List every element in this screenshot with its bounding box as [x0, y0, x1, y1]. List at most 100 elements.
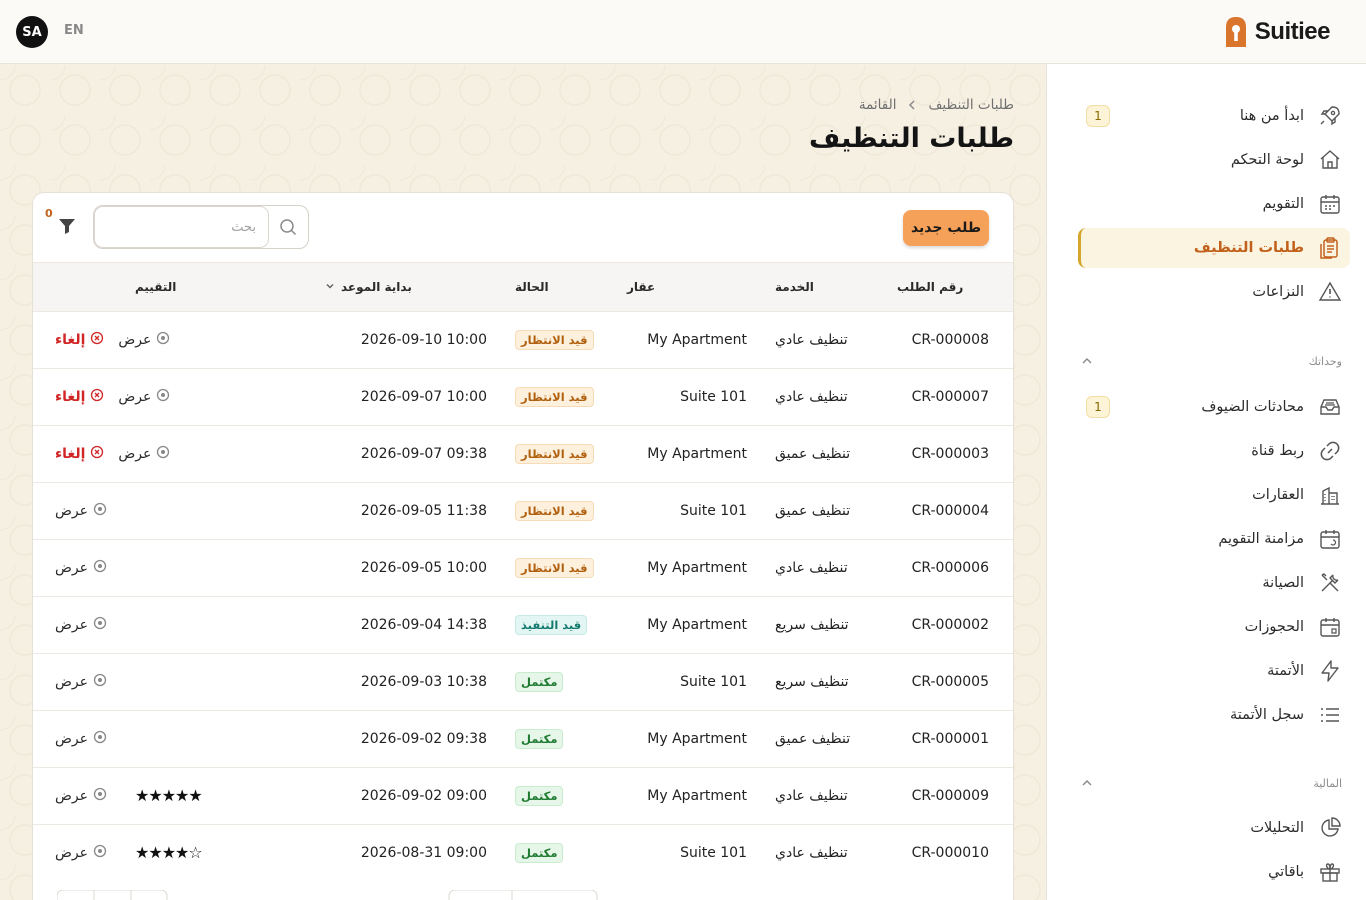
language-switch[interactable]: EN: [64, 23, 84, 38]
table-row: CR-000007 تنظيف عادي Suite 101 قيد الانتظار…: [33, 368, 1013, 425]
sort-chevron-down-icon: [325, 280, 335, 294]
cell-service: تنظيف عادي: [775, 388, 848, 405]
sidebar-units-item-0[interactable]: محادثات الضيوف 1: [1078, 387, 1350, 427]
eye-icon: [93, 673, 107, 691]
sidebar-main-item-1[interactable]: لوحة التحكم: [1078, 140, 1350, 180]
cell-property: My Apartment: [647, 445, 747, 462]
sidebar-finance-item-0[interactable]: التحليلات: [1078, 808, 1350, 848]
cell-id: CR-000001: [911, 730, 989, 747]
header-actions: [33, 263, 121, 311]
cell-property: My Apartment: [647, 616, 747, 633]
section-units-header[interactable]: وحداتك: [1078, 349, 1350, 373]
view-button[interactable]: عرض: [55, 559, 107, 577]
sidebar-finance-item-1[interactable]: باقاتي: [1078, 852, 1350, 892]
view-button[interactable]: عرض: [118, 388, 170, 406]
view-button[interactable]: عرض: [55, 616, 107, 634]
sidebar-units-item-7[interactable]: سجل الأتمتة: [1078, 695, 1350, 735]
header-property[interactable]: عقار: [613, 263, 761, 311]
eye-icon: [156, 331, 170, 349]
header-id[interactable]: رقم الطلب: [883, 263, 1013, 311]
section-label: المالية: [1313, 776, 1342, 790]
sidebar-main-item-2[interactable]: التقويم: [1078, 184, 1350, 224]
search-icon[interactable]: [268, 206, 308, 248]
row-actions: عرض إلغاء: [55, 388, 170, 406]
cell-start: 2026-09-02 09:38: [360, 730, 487, 747]
cell-start: 2026-09-02 09:00: [360, 787, 487, 804]
cell-actions: عرض: [33, 767, 121, 824]
sidebar-units-item-2[interactable]: العقارات: [1078, 475, 1350, 515]
view-button[interactable]: عرض: [55, 502, 107, 520]
pagination: [56, 889, 1014, 900]
row-actions: عرض: [55, 559, 107, 577]
cell-start: 2026-09-05 10:00: [360, 559, 487, 576]
cell-actions: عرض إلغاء: [33, 425, 170, 482]
tools-icon: [1318, 571, 1342, 595]
clipboard-icon: [1318, 236, 1342, 260]
table-toolbar: طلب جديد 0: [33, 193, 1013, 263]
cell-status: مكتمل: [501, 710, 613, 767]
cell-status: قيد الانتظار: [501, 539, 613, 596]
label: عرض: [55, 559, 89, 576]
calendar-sync-icon: [1318, 527, 1342, 551]
view-button[interactable]: عرض: [55, 844, 107, 862]
new-request-button[interactable]: طلب جديد: [903, 210, 989, 246]
view-button[interactable]: عرض: [118, 331, 170, 349]
pagination-controls-icon[interactable]: [56, 889, 1014, 900]
user-avatar[interactable]: SA: [16, 16, 48, 48]
chevron-up-icon: [1078, 774, 1096, 792]
cell-status: قيد الانتظار: [501, 425, 613, 482]
cell-rating: [121, 539, 311, 596]
sidebar-units-item-5[interactable]: الحجوزات: [1078, 607, 1350, 647]
label: إلغاء: [55, 445, 86, 462]
filter-icon[interactable]: [55, 214, 79, 238]
brand-logo-group[interactable]: Suitiee: [1223, 14, 1331, 50]
table-row: CR-000004 تنظيف عميق Suite 101 قيد الانتظار…: [33, 482, 1013, 539]
search-input[interactable]: [94, 206, 269, 248]
cell-property: My Apartment: [647, 559, 747, 576]
cell-property: My Apartment: [647, 787, 747, 804]
cell-service: تنظيف عادي: [775, 844, 848, 861]
cancel-button[interactable]: إلغاء: [55, 388, 104, 406]
table-row: CR-000005 تنظيف سريع Suite 101 مكتمل 2026-09…: [33, 653, 1013, 710]
eye-icon: [93, 502, 107, 520]
section-finance-header[interactable]: المالية: [1078, 771, 1350, 795]
sidebar-item-label: الأتمتة: [1267, 663, 1304, 679]
eye-icon: [93, 559, 107, 577]
sidebar-main-item-0[interactable]: ابدأ من هنا 1: [1078, 96, 1350, 136]
header-status[interactable]: الحالة: [501, 263, 613, 311]
cell-service: تنظيف عادي: [775, 559, 848, 576]
requests-table: رقم الطلب الخدمة عقار الحالة بداية الموع…: [33, 263, 1013, 881]
sidebar-item-label: ابدأ من هنا: [1239, 108, 1304, 124]
sidebar-main-item-4[interactable]: النزاعات: [1078, 272, 1350, 312]
label: عرض: [118, 331, 152, 348]
building-icon: [1318, 483, 1342, 507]
header-start[interactable]: بداية الموعد: [311, 263, 501, 311]
cell-status: قيد الانتظار: [501, 482, 613, 539]
sidebar-main-item-3[interactable]: طلبات التنظيف: [1078, 228, 1350, 268]
sidebar-item-label: الصيانة: [1262, 575, 1304, 591]
header-service[interactable]: الخدمة: [761, 263, 883, 311]
view-button[interactable]: عرض: [118, 445, 170, 463]
sidebar-units-item-4[interactable]: الصيانة: [1078, 563, 1350, 603]
eye-icon: [156, 445, 170, 463]
table-header: رقم الطلب الخدمة عقار الحالة بداية الموع…: [33, 263, 1013, 311]
cell-actions: عرض: [33, 482, 121, 539]
table-row: CR-000008 تنظيف عادي My Apartment قيد الانت…: [33, 311, 1013, 368]
sidebar-item-label: مزامنة التقويم: [1218, 531, 1304, 547]
cancel-button[interactable]: إلغاء: [55, 331, 104, 349]
cell-service: تنظيف عميق: [775, 730, 851, 747]
cancel-button[interactable]: إلغاء: [55, 445, 104, 463]
view-button[interactable]: عرض: [55, 787, 107, 805]
sidebar-units-item-3[interactable]: مزامنة التقويم: [1078, 519, 1350, 559]
sidebar-item-badge: 1: [1086, 396, 1110, 418]
home-icon: [1318, 148, 1342, 172]
sidebar-units-item-1[interactable]: ربط قناة: [1078, 431, 1350, 471]
sidebar-units-item-6[interactable]: الأتمتة: [1078, 651, 1350, 691]
eye-icon: [93, 844, 107, 862]
breadcrumb-parent[interactable]: طلبات التنظيف: [928, 97, 1014, 113]
calendar-icon: [1318, 192, 1342, 216]
cell-start: 2026-09-04 14:38: [360, 616, 487, 633]
view-button[interactable]: عرض: [55, 673, 107, 691]
header-rating[interactable]: التقييم: [121, 263, 311, 311]
view-button[interactable]: عرض: [55, 730, 107, 748]
